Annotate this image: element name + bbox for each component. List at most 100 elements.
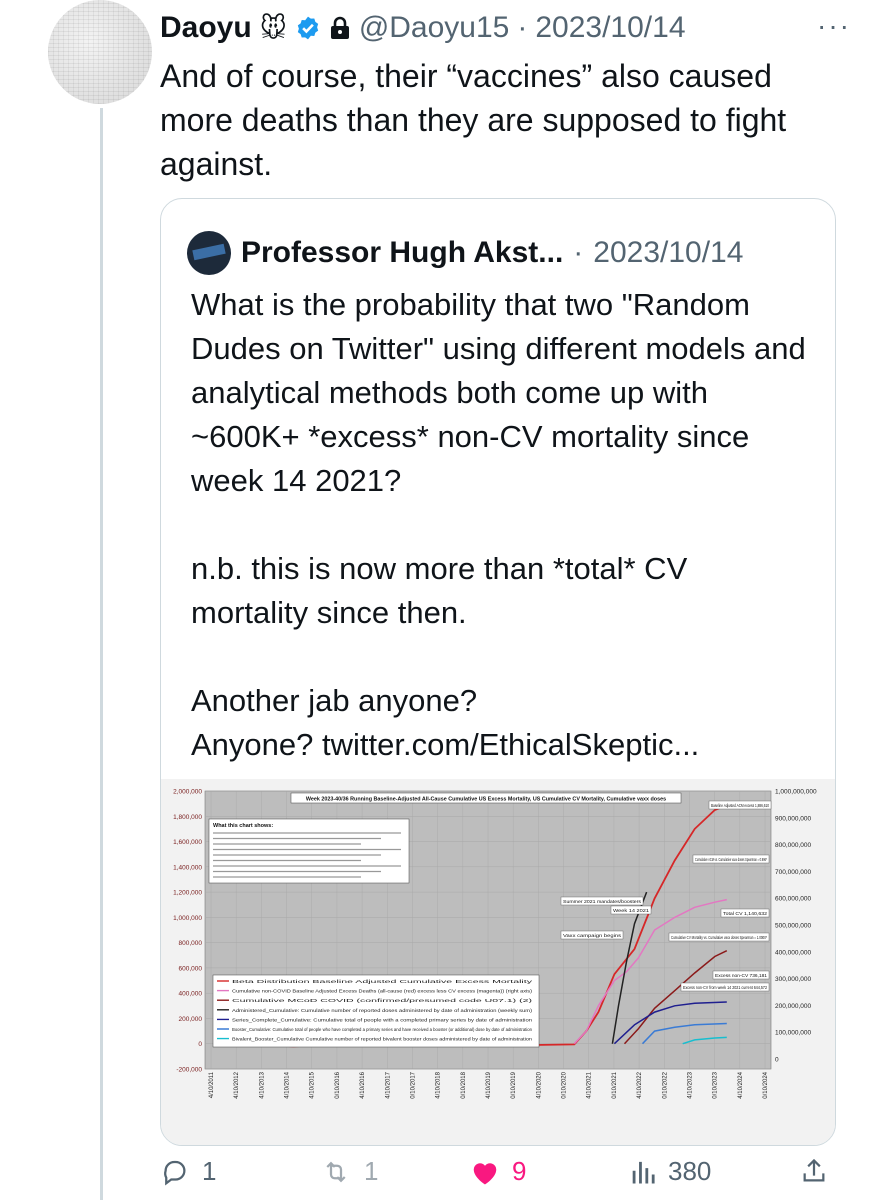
annotation-label: Total CV 1,140,632 (723, 911, 768, 916)
legend-label: Cumulative MCoD COVID (confirmed/presume… (232, 998, 533, 1003)
y-left-tick-label: 1,400,000 (173, 864, 202, 871)
x-tick-label: 0/10/2022 (662, 1071, 668, 1098)
annotation-label: Cumulative CV Mortality vs. Cumulative v… (671, 935, 767, 940)
x-tick-label: 0/10/2018 (461, 1071, 467, 1098)
author-name[interactable]: Daoyu (160, 11, 252, 45)
x-tick-label: 4/10/2016 (360, 1071, 366, 1098)
avatar[interactable] (48, 0, 152, 104)
annotation-label: Excess non-CV from week 14 2021 current … (683, 985, 768, 990)
retweet-icon (326, 1161, 346, 1182)
quote-avatar (187, 231, 231, 275)
info-box-title: What this chart shows: (213, 823, 273, 829)
x-tick-label: 4/10/2019 (486, 1071, 492, 1098)
author-handle[interactable]: @Daoyu15 (359, 11, 510, 45)
legend-label: Administered_Cumulative: Cumulative numb… (232, 1008, 533, 1013)
annotation-label: Week 14 2021 (613, 908, 650, 913)
legend-label: Bivalent_Booster_Cumulative Cumulative n… (232, 1037, 533, 1042)
annotation-label: Vaxx campaign begins (563, 933, 621, 938)
retweet-count: 1 (364, 1156, 379, 1186)
like-count: 9 (512, 1156, 527, 1186)
y-left-tick-label: 2,000,000 (173, 789, 202, 796)
mouse-emoji-icon: 🐭 (259, 12, 287, 43)
y-right-tick-label: 0 (775, 1057, 779, 1064)
annotation-label: Summer 2021 mandates/boosters (563, 899, 641, 904)
x-tick-label: 4/10/2012 (234, 1071, 240, 1098)
x-tick-label: 0/10/2016 (335, 1071, 341, 1098)
x-tick-label: 0/10/2024 (763, 1071, 769, 1098)
y-right-tick-label: 900,000,000 (775, 815, 812, 822)
reply-icon (164, 1160, 186, 1185)
like-button[interactable]: 9 (470, 1156, 526, 1187)
view-count: 380 (668, 1156, 712, 1186)
quote-author-name: Professor Hugh Akst... (241, 236, 564, 269)
quote-date: 2023/10/14 (593, 236, 744, 269)
x-tick-label: 4/10/2022 (637, 1071, 643, 1098)
y-left-tick-label: 0 (198, 1041, 202, 1048)
x-tick-label: 0/10/2020 (562, 1071, 568, 1098)
heart-icon (473, 1162, 497, 1184)
reply-button[interactable]: 1 (160, 1156, 216, 1187)
chart-svg: 2,000,000 1,800,000 1,600,000 1,400,000 1,20… (173, 789, 817, 1099)
x-tick-label: 4/10/2013 (259, 1071, 265, 1098)
reply-count: 1 (202, 1156, 217, 1186)
annotation-label: Cumulative ACM vs. Cumulative vaxx doses… (695, 857, 767, 862)
y-left-tick-label: 1,000,000 (173, 915, 202, 922)
x-tick-label: 4/10/2017 (385, 1071, 391, 1098)
views-icon (632, 1161, 655, 1183)
y-left-tick-label: 800,000 (179, 940, 203, 947)
more-options-icon[interactable]: ··· (817, 10, 851, 42)
y-right-tick-label: 100,000,000 (775, 1030, 812, 1037)
separator-dot: · (517, 11, 528, 44)
legend-label: Cumulative non-COVID Baseline Adjusted E… (232, 989, 533, 994)
legend-label: Booster_Cumulative: Cumulative total of … (232, 1027, 533, 1032)
y-left-tick-label: -200,000 (176, 1067, 202, 1074)
y-right-tick-label: 800,000,000 (775, 842, 812, 849)
x-tick-label: 4/10/2021 (587, 1071, 593, 1098)
quote-text: What is the probability that two "Random… (191, 287, 806, 762)
post-header: Daoyu 🐭 @Daoyu15 · 2023/10/14 (160, 6, 847, 50)
retweet-button[interactable]: 1 (320, 1156, 378, 1187)
y-right-tick-label: 700,000,000 (775, 869, 812, 876)
y-left-tick-label: 400,000 (179, 991, 203, 998)
y-right-tick-label: 200,000,000 (775, 1003, 812, 1010)
quote-separator: · (573, 236, 584, 269)
x-tick-label: 4/10/2024 (738, 1071, 744, 1098)
x-tick-label: 0/10/2017 (410, 1071, 416, 1098)
y-left-tick-label: 1,600,000 (173, 839, 202, 846)
y-right-tick-label: 600,000,000 (775, 896, 812, 903)
y-right-tick-label: 1,000,000,000 (775, 789, 817, 796)
share-button[interactable] (800, 1156, 828, 1186)
y-left-tick-label: 200,000 (179, 1016, 203, 1023)
x-tick-label: 0/10/2019 (511, 1071, 517, 1098)
verified-badge-icon (295, 15, 321, 41)
annotation-label: Excess non-CV 736,181 (715, 973, 768, 978)
y-right-tick-label: 500,000,000 (775, 923, 812, 930)
x-tick-label: 0/10/2021 (612, 1071, 618, 1098)
x-tick-label: 4/10/2023 (687, 1071, 693, 1098)
annotation-label: Baseline Adjusted ACM excess 1,886,610 (711, 803, 769, 808)
x-tick-label: 4/10/2015 (310, 1071, 316, 1098)
share-icon (803, 1158, 825, 1182)
x-tick-label: 4/10/2011 (209, 1071, 215, 1098)
lock-icon (329, 16, 351, 40)
y-left-tick-label: 1,800,000 (173, 814, 202, 821)
x-tick-label: 4/10/2020 (536, 1071, 542, 1098)
x-tick-label: 4/10/2018 (436, 1071, 442, 1098)
chart-title: Week 2023-40/36 Running Baseline-Adjuste… (306, 797, 666, 803)
action-bar: 1 1 9 380 (160, 1156, 847, 1196)
quoted-post[interactable]: Professor Hugh Akst... · 2023/10/14 What… (160, 198, 836, 1146)
x-tick-label: 4/10/2014 (285, 1071, 291, 1098)
y-left-tick-label: 1,200,000 (173, 890, 202, 897)
post-text: And of course, their “vaccines” also cau… (160, 58, 787, 182)
legend-label: Beta Distribution Baseline Adjusted Cumu… (232, 979, 534, 984)
y-left-tick-label: 600,000 (179, 965, 203, 972)
legend-label: Series_Complete_Cumulative: Cumulative t… (232, 1017, 533, 1022)
x-tick-label: 0/10/2023 (713, 1071, 719, 1098)
y-right-tick-label: 400,000,000 (775, 949, 812, 956)
post-date[interactable]: 2023/10/14 (535, 11, 685, 45)
quote-header: Professor Hugh Akst... · 2023/10/14 (187, 231, 815, 275)
thread-line (100, 108, 103, 1200)
y-right-tick-label: 300,000,000 (775, 976, 812, 983)
views-button[interactable]: 380 (630, 1156, 711, 1187)
chart-image[interactable]: 2,000,000 1,800,000 1,600,000 1,400,000 1,20… (161, 779, 835, 1145)
